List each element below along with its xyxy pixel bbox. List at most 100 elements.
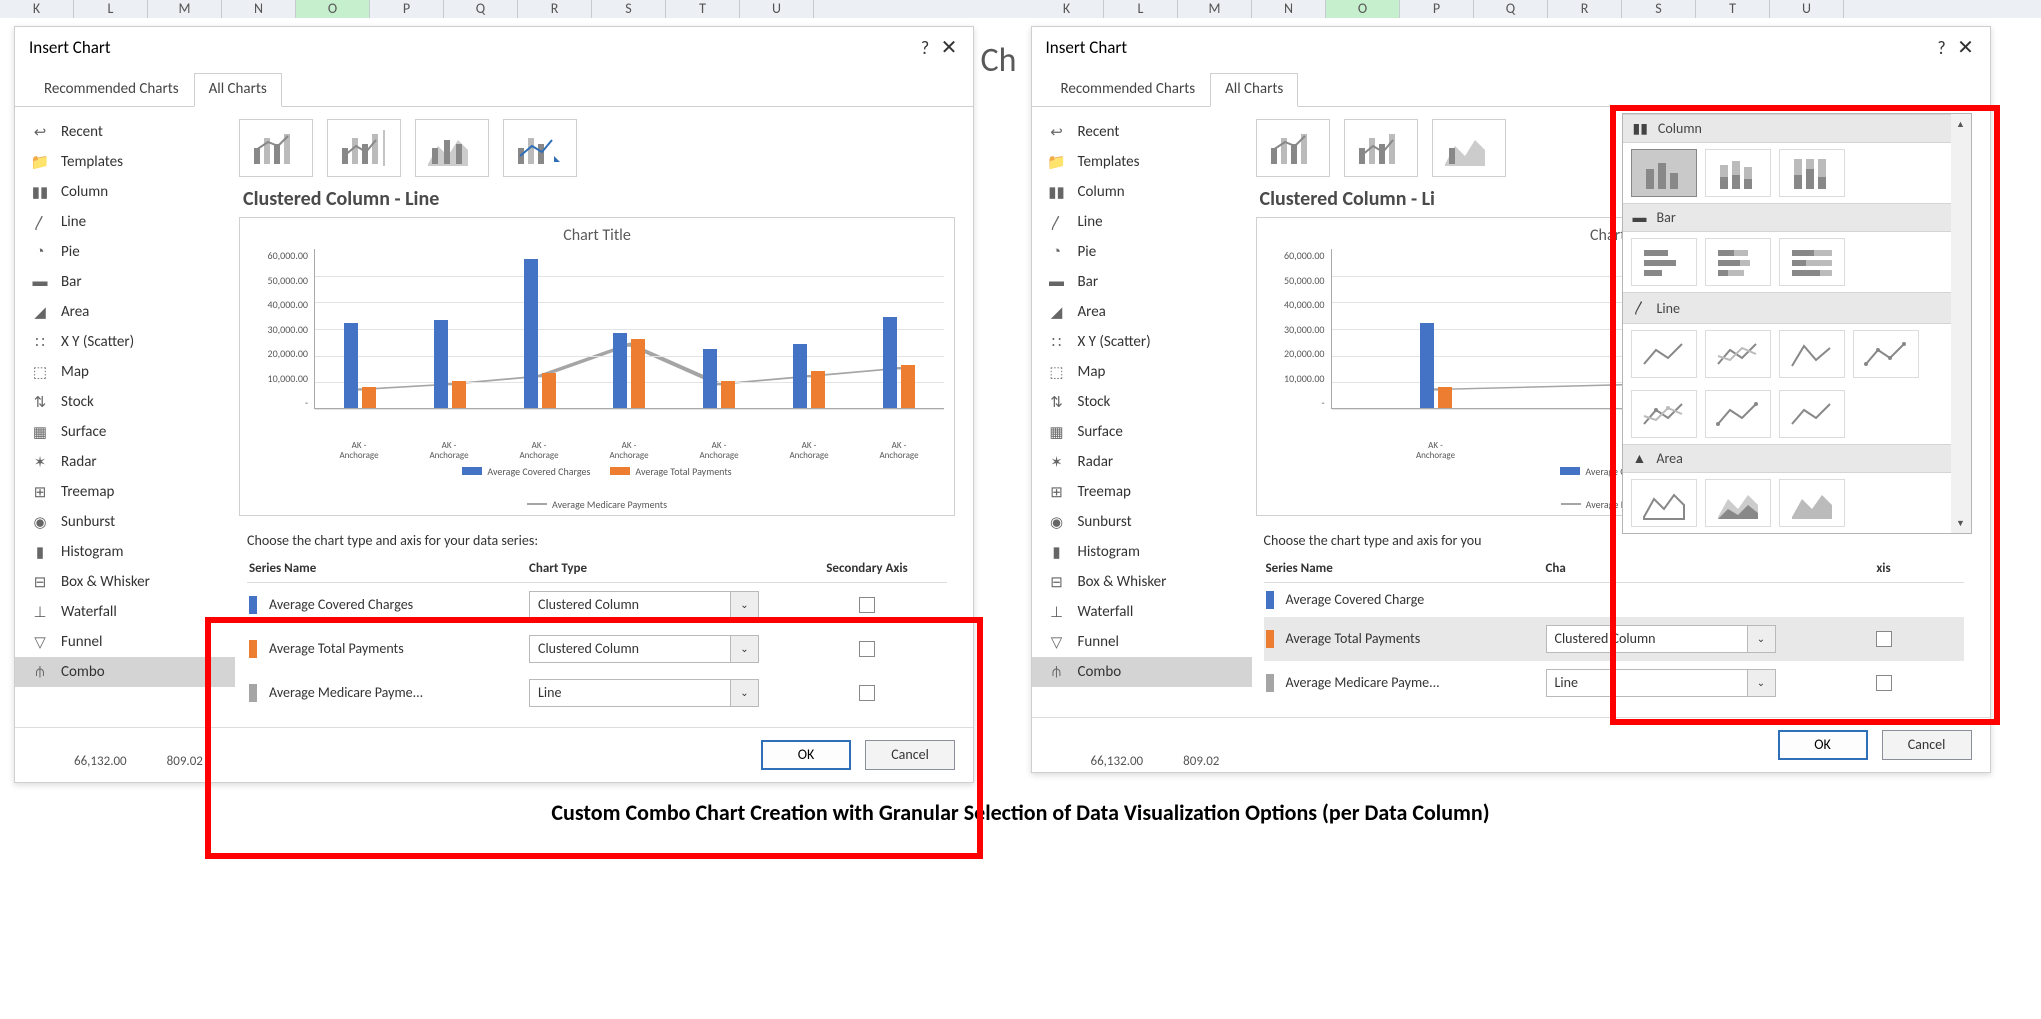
- chart-type-dropdown[interactable]: ▮▮Column ▬Bar: [1622, 113, 1972, 534]
- type-item-sunburst[interactable]: ◉Sunburst: [1032, 507, 1252, 537]
- type-item-column[interactable]: ▮▮Column: [15, 177, 235, 207]
- combo-subtype-1[interactable]: [239, 119, 313, 177]
- series-name-label: Average Medicare Payme...: [1286, 674, 1440, 691]
- type-item-x-y-scatter-[interactable]: ∷X Y (Scatter): [1032, 327, 1252, 357]
- dd-opt-line-6[interactable]: [1705, 390, 1771, 438]
- dd-opt-stacked-column[interactable]: [1705, 149, 1771, 197]
- type-item-line[interactable]: 〳Line: [15, 207, 235, 237]
- cancel-button[interactable]: Cancel: [1882, 730, 1972, 760]
- type-item-label: Map: [1078, 363, 1106, 381]
- type-item-radar[interactable]: ✶Radar: [15, 447, 235, 477]
- combo-subtype-2[interactable]: [327, 119, 401, 177]
- type-item-recent[interactable]: ↩Recent: [15, 117, 235, 147]
- combo-subtype-2[interactable]: [1344, 119, 1418, 177]
- waterfall-icon: ⊥: [1046, 603, 1068, 621]
- type-item-treemap[interactable]: ⊞Treemap: [1032, 477, 1252, 507]
- type-item-map[interactable]: ⬚Map: [1032, 357, 1252, 387]
- close-button[interactable]: ✕: [1954, 35, 1978, 60]
- scroll-down-icon[interactable]: ▼: [1951, 513, 1971, 533]
- tab-recommended[interactable]: Recommended Charts: [1046, 73, 1211, 107]
- combo-subtype-3[interactable]: [415, 119, 489, 177]
- combo-subtype-1[interactable]: [1256, 119, 1330, 177]
- type-item-templates[interactable]: 📁Templates: [1032, 147, 1252, 177]
- type-item-recent[interactable]: ↩Recent: [1032, 117, 1252, 147]
- column-icon: ▮▮: [29, 183, 51, 201]
- dd-opt-line-5[interactable]: [1631, 390, 1697, 438]
- type-item-label: Treemap: [61, 483, 114, 501]
- dd-opt-line-3[interactable]: [1779, 330, 1845, 378]
- tab-all-charts[interactable]: All Charts: [194, 73, 282, 107]
- dd-opt-line-1[interactable]: [1631, 330, 1697, 378]
- type-item-area[interactable]: ◢Area: [15, 297, 235, 327]
- type-item-combo[interactable]: ⫛Combo: [1032, 657, 1252, 687]
- chart-type-list: ↩Recent📁Templates▮▮Column〳Line◔Pie▬Bar◢A…: [1032, 107, 1252, 717]
- type-item-radar[interactable]: ✶Radar: [1032, 447, 1252, 477]
- scroll-up-icon[interactable]: ▲: [1951, 114, 1971, 134]
- type-item-histogram[interactable]: ▮Histogram: [15, 537, 235, 567]
- combo-subtype-3[interactable]: [1432, 119, 1506, 177]
- type-item-label: Treemap: [1078, 483, 1131, 501]
- type-item-label: Sunburst: [1078, 513, 1132, 531]
- dd-opt-area-3[interactable]: [1779, 479, 1845, 527]
- secondary-axis-checkbox[interactable]: [859, 597, 875, 613]
- dropdown-scrollbar[interactable]: ▲ ▼: [1951, 114, 1971, 533]
- type-item-surface[interactable]: ▦Surface: [1032, 417, 1252, 447]
- type-item-treemap[interactable]: ⊞Treemap: [15, 477, 235, 507]
- surface-icon: ▦: [1046, 423, 1068, 441]
- type-item-combo[interactable]: ⫛Combo: [15, 657, 235, 687]
- combo-icon: ⫛: [29, 663, 51, 681]
- type-item-stock[interactable]: ⇅Stock: [1032, 387, 1252, 417]
- type-item-x-y-scatter-[interactable]: ∷X Y (Scatter): [15, 327, 235, 357]
- chart-type-select[interactable]: Clustered Column⌄: [529, 591, 759, 619]
- type-item-column[interactable]: ▮▮Column: [1032, 177, 1252, 207]
- type-item-box-whisker[interactable]: ⊟Box & Whisker: [1032, 567, 1252, 597]
- type-item-label: Radar: [1078, 453, 1114, 471]
- chevron-down-icon[interactable]: ⌄: [730, 592, 758, 618]
- stock-icon: ⇅: [1046, 393, 1068, 411]
- dd-opt-clustered-bar[interactable]: [1631, 238, 1697, 286]
- area-icon: ◢: [1046, 303, 1068, 321]
- ok-button[interactable]: OK: [1778, 730, 1868, 760]
- type-item-waterfall[interactable]: ⊥Waterfall: [15, 597, 235, 627]
- dd-opt-line-4[interactable]: [1853, 330, 1919, 378]
- type-item-funnel[interactable]: ▽Funnel: [1032, 627, 1252, 657]
- close-button[interactable]: ✕: [937, 35, 961, 60]
- dd-opt-clustered-column[interactable]: [1631, 149, 1697, 197]
- tab-recommended[interactable]: Recommended Charts: [29, 73, 194, 107]
- combo-subtype-4[interactable]: [503, 119, 577, 177]
- type-item-map[interactable]: ⬚Map: [15, 357, 235, 387]
- box-whisker-icon: ⊟: [29, 573, 51, 591]
- type-item-sunburst[interactable]: ◉Sunburst: [15, 507, 235, 537]
- type-item-line[interactable]: 〳Line: [1032, 207, 1252, 237]
- column-icon: ▮▮: [1633, 120, 1648, 137]
- type-item-bar[interactable]: ▬Bar: [15, 267, 235, 297]
- type-item-waterfall[interactable]: ⊥ Waterfall: [1032, 597, 1252, 627]
- help-button[interactable]: ?: [913, 37, 937, 59]
- type-item-histogram[interactable]: ▮Histogram: [1032, 537, 1252, 567]
- right-pane: Clustered Column - Line Chart Title 60,0…: [235, 107, 973, 727]
- type-item-pie[interactable]: ◔Pie: [1032, 237, 1252, 267]
- y-axis: 60,000.0050,000.0040,000.0030,000.0020,0…: [1267, 249, 1331, 409]
- col-secondary-axis: Secondary Axis: [789, 561, 945, 576]
- dd-opt-100-stacked-column[interactable]: [1779, 149, 1845, 197]
- type-item-bar[interactable]: ▬Bar: [1032, 267, 1252, 297]
- type-item-stock[interactable]: ⇅Stock: [15, 387, 235, 417]
- dd-opt-line-7[interactable]: [1779, 390, 1845, 438]
- dd-opt-area-1[interactable]: [1631, 479, 1697, 527]
- help-button[interactable]: ?: [1930, 37, 1954, 59]
- dd-opt-area-2[interactable]: [1705, 479, 1771, 527]
- type-item-label: Histogram: [61, 543, 123, 561]
- type-item-label: Waterfall: [1078, 603, 1134, 621]
- type-item-box-whisker[interactable]: ⊟Box & Whisker: [15, 567, 235, 597]
- tab-all-charts[interactable]: All Charts: [1210, 73, 1298, 107]
- dd-opt-100-stacked-bar[interactable]: [1779, 238, 1845, 286]
- dd-opt-line-2[interactable]: [1705, 330, 1771, 378]
- type-item-surface[interactable]: ▦Surface: [15, 417, 235, 447]
- radar-icon: ✶: [29, 453, 51, 471]
- dd-opt-stacked-bar[interactable]: [1705, 238, 1771, 286]
- type-item-funnel[interactable]: ▽Funnel: [15, 627, 235, 657]
- type-item-label: Pie: [1078, 243, 1097, 261]
- type-item-area[interactable]: ◢Area: [1032, 297, 1252, 327]
- type-item-pie[interactable]: ◔Pie: [15, 237, 235, 267]
- type-item-templates[interactable]: 📁Templates: [15, 147, 235, 177]
